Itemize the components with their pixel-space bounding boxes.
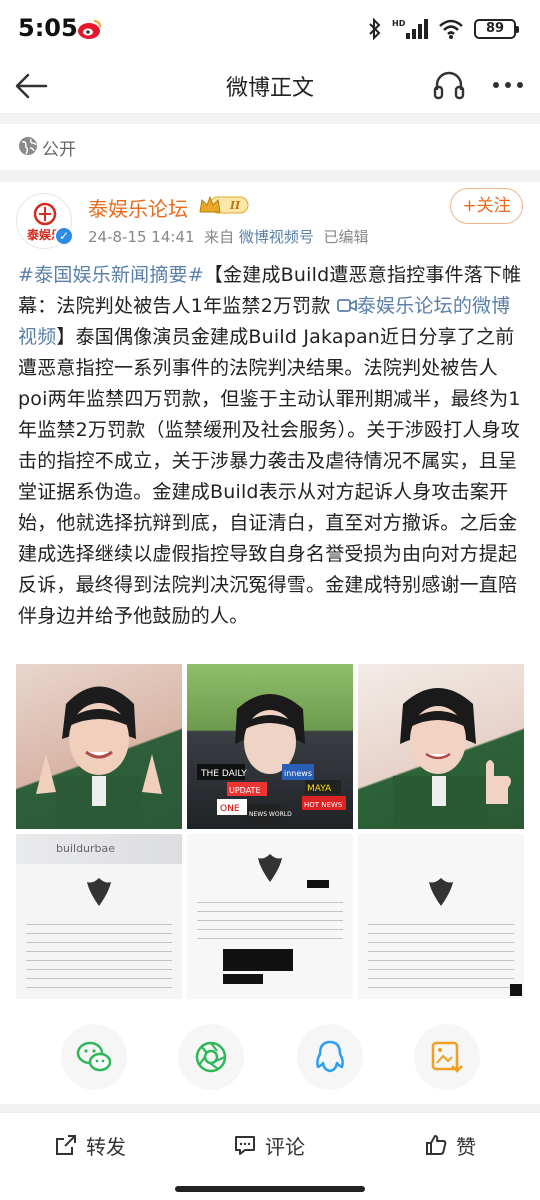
source-prefix: 来自 <box>204 228 235 246</box>
like-label: 赞 <box>456 1134 476 1159</box>
globe-icon <box>19 137 37 155</box>
document-text-lines <box>368 916 514 993</box>
repost-icon <box>56 1135 76 1155</box>
post-source-link[interactable]: 微博视频号 <box>239 228 314 246</box>
hashtag-link[interactable]: #泰国娱乐新闻摘要# <box>18 264 204 286</box>
repost-button[interactable]: 转发 <box>54 1129 126 1161</box>
headphone-icon[interactable] <box>432 68 466 102</box>
svg-text:ONE: ONE <box>220 804 240 814</box>
post-meta: 24-8-15 14:41 来自 微博视频号 已编辑 <box>88 226 368 247</box>
post-content: #泰国娱乐新闻摘要#【金建成Build遭恶意指控事件落下帷幕：法院判处被告人1年… <box>18 260 524 632</box>
document-text-lines <box>26 916 172 993</box>
svg-text:UPDATE: UPDATE <box>229 786 261 795</box>
more-options-icon[interactable] <box>488 68 528 102</box>
svg-text:THE DAILY: THE DAILY <box>200 769 247 779</box>
post-image-5[interactable] <box>187 834 353 999</box>
document-text-lines <box>197 894 343 939</box>
section-divider <box>0 1104 540 1112</box>
garuda-emblem-icon <box>258 854 282 882</box>
garuda-emblem-icon <box>87 878 111 906</box>
share-qq-button[interactable] <box>297 1024 363 1090</box>
status-time: 5:05 <box>18 14 78 42</box>
qq-icon <box>316 1040 344 1073</box>
bluetooth-icon <box>369 18 381 40</box>
redaction-block <box>510 984 522 996</box>
edited-label: 已编辑 <box>323 228 369 246</box>
status-bar: 5:05 HD 89 <box>0 0 540 58</box>
post-date: 24-8-15 14:41 <box>88 228 195 246</box>
photo-build-thumbs-up <box>393 688 511 829</box>
share-row <box>0 1014 540 1098</box>
section-divider <box>0 170 540 182</box>
post-image-3[interactable] <box>358 664 524 829</box>
home-indicator <box>175 1186 365 1192</box>
visibility-row: 公开 <box>0 124 540 170</box>
save-image-icon <box>431 1041 463 1073</box>
share-moments-button[interactable] <box>178 1024 244 1090</box>
post-image-2[interactable]: THE DAILY UPDATE innews MAYA HOT NEWS ON… <box>187 664 353 829</box>
moments-icon <box>195 1041 227 1073</box>
svg-text:HOT NEWS: HOT NEWS <box>304 801 343 809</box>
author-name[interactable]: 泰娱乐论坛 <box>88 193 188 222</box>
redaction-block <box>223 949 293 971</box>
action-bar: 转发 评论 赞 <box>0 1112 540 1176</box>
document-header-text: buildurbae <box>56 842 116 855</box>
share-wechat-button[interactable] <box>61 1024 127 1090</box>
like-button[interactable]: 赞 <box>424 1129 476 1161</box>
redaction-block <box>307 880 329 888</box>
svg-text:II: II <box>229 199 241 212</box>
verified-badge-icon: ✓ <box>54 226 74 246</box>
comment-icon <box>235 1136 255 1155</box>
redaction-block <box>223 974 263 984</box>
post-text-part2: 】泰国偶像演员金建成Build Jakapan近日分享了之前遭恶意指控一系列事件… <box>18 326 521 627</box>
post-image-6[interactable] <box>358 834 524 999</box>
garuda-emblem-icon <box>429 878 453 906</box>
svg-text:innews: innews <box>284 769 312 778</box>
photo-build-peace-sign <box>36 686 162 829</box>
status-icons: HD 89 <box>368 16 519 42</box>
signal-icon: HD <box>392 19 428 39</box>
save-image-button[interactable] <box>414 1024 480 1090</box>
nav-bar: 微博正文 <box>0 58 540 114</box>
weibo-notification-icon <box>78 20 101 39</box>
comment-label: 评论 <box>265 1134 305 1159</box>
wifi-icon <box>439 19 463 39</box>
svg-text:HD: HD <box>392 19 406 28</box>
crown-level-badge-icon[interactable]: II <box>198 194 250 216</box>
repost-label: 转发 <box>86 1134 126 1159</box>
section-divider <box>0 114 540 124</box>
post-image-1[interactable] <box>16 664 182 829</box>
battery-indicator: 89 <box>474 19 519 39</box>
comment-button[interactable]: 评论 <box>233 1129 305 1161</box>
video-link-icon <box>336 299 357 312</box>
follow-button[interactable]: +关注 <box>450 188 523 224</box>
wechat-icon <box>76 1041 112 1072</box>
svg-text:NEWS WORLD: NEWS WORLD <box>249 811 292 818</box>
document-header: buildurbae <box>16 834 182 864</box>
thumbs-up-icon <box>426 1135 447 1155</box>
photo-press-interview: THE DAILY UPDATE innews MAYA HOT NEWS ON… <box>197 694 346 822</box>
visibility-label: 公开 <box>42 140 76 160</box>
post-image-4[interactable]: buildurbae <box>16 834 182 999</box>
svg-text:MAYA: MAYA <box>307 784 332 794</box>
